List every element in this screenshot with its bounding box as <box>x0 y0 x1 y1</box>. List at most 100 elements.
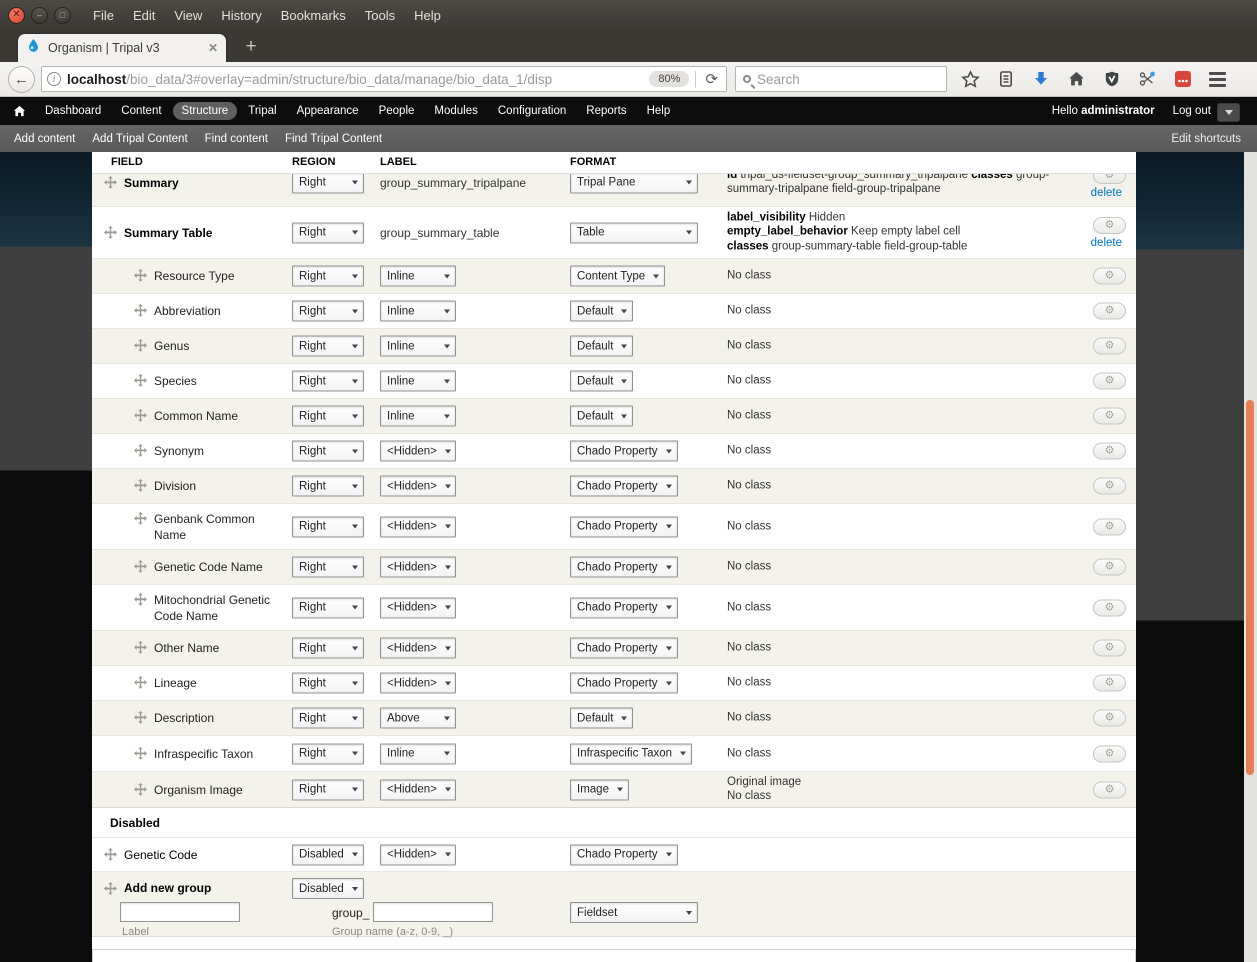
admin-menu-reports[interactable]: Reports <box>577 102 635 120</box>
label-select[interactable]: Inline <box>380 301 456 322</box>
settings-gear-button[interactable]: ⚙ <box>1093 640 1126 657</box>
admin-menu-appearance[interactable]: Appearance <box>288 102 368 120</box>
settings-gear-button[interactable]: ⚙ <box>1093 408 1126 425</box>
label-select[interactable]: <Hidden> <box>380 516 456 537</box>
format-select[interactable]: Table <box>570 222 698 243</box>
region-select[interactable]: Right <box>292 266 364 287</box>
drag-handle-icon[interactable] <box>104 847 117 860</box>
settings-gear-button[interactable]: ⚙ <box>1093 373 1126 390</box>
admin-menu-help[interactable]: Help <box>638 102 680 120</box>
settings-gear-button[interactable]: ⚙ <box>1093 781 1126 798</box>
settings-gear-button[interactable]: ⚙ <box>1093 710 1126 727</box>
delete-link[interactable]: delete <box>1091 187 1122 199</box>
settings-gear-button[interactable]: ⚙ <box>1093 478 1126 495</box>
menu-item-view[interactable]: View <box>174 8 202 23</box>
reload-button[interactable]: ⟳ <box>702 70 721 88</box>
drag-handle-icon[interactable] <box>134 782 147 795</box>
menu-item-help[interactable]: Help <box>414 8 441 23</box>
page-info-icon[interactable]: i <box>47 72 61 86</box>
format-select[interactable]: Image <box>570 779 629 800</box>
format-select[interactable]: Infraspecific Taxon <box>570 743 692 764</box>
menu-item-history[interactable]: History <box>221 8 261 23</box>
url-bar[interactable]: i localhost/bio_data/3#overlay=admin/str… <box>41 66 727 92</box>
region-select[interactable]: Right <box>292 406 364 427</box>
drag-handle-icon[interactable] <box>104 175 117 188</box>
new-group-name-input[interactable] <box>373 902 493 922</box>
bookmark-star-icon[interactable] <box>961 70 980 89</box>
shortcut-add-content[interactable]: Add content <box>14 133 75 145</box>
region-select[interactable]: Right <box>292 779 364 800</box>
label-select[interactable]: Above <box>380 708 456 729</box>
settings-gear-button[interactable]: ⚙ <box>1093 217 1126 234</box>
region-select[interactable]: Right <box>292 476 364 497</box>
menu-item-file[interactable]: File <box>93 8 114 23</box>
zoom-level-badge[interactable]: 80% <box>649 71 689 87</box>
drag-handle-icon[interactable] <box>134 304 147 317</box>
search-bar[interactable]: Search <box>735 66 947 92</box>
format-select[interactable]: Chado Property <box>570 844 678 865</box>
label-select[interactable]: Inline <box>380 336 456 357</box>
region-select[interactable]: Right <box>292 638 364 659</box>
label-select[interactable]: Inline <box>380 743 456 764</box>
format-select[interactable]: Default <box>570 371 633 392</box>
settings-gear-button[interactable]: ⚙ <box>1093 303 1126 320</box>
region-select[interactable]: Right <box>292 336 364 357</box>
admin-menu-content[interactable]: Content <box>112 102 170 120</box>
format-select[interactable]: Tripal Pane <box>570 172 698 193</box>
region-select[interactable]: Right <box>292 516 364 537</box>
menu-item-edit[interactable]: Edit <box>133 8 155 23</box>
format-select[interactable]: Chado Property <box>570 638 678 659</box>
drag-handle-icon[interactable] <box>104 882 117 895</box>
admin-menu-people[interactable]: People <box>370 102 424 120</box>
drag-handle-icon[interactable] <box>134 339 147 352</box>
format-select[interactable]: Chado Property <box>570 673 678 694</box>
menu-item-tools[interactable]: Tools <box>365 8 395 23</box>
format-select[interactable]: Content Type <box>570 266 665 287</box>
back-button[interactable]: ← <box>8 66 35 93</box>
admin-menu-configuration[interactable]: Configuration <box>489 102 575 120</box>
screenshot-scissors-icon[interactable] <box>1138 70 1157 88</box>
settings-gear-button[interactable]: ⚙ <box>1093 745 1126 762</box>
logout-link[interactable]: Log out <box>1173 105 1211 117</box>
region-select[interactable]: Right <box>292 371 364 392</box>
scrollbar-track[interactable] <box>1244 152 1257 962</box>
settings-gear-button[interactable]: ⚙ <box>1093 518 1126 535</box>
region-select[interactable]: Right <box>292 597 364 618</box>
settings-gear-button[interactable]: ⚙ <box>1093 559 1126 576</box>
admin-menu-modules[interactable]: Modules <box>425 102 486 120</box>
shortcut-add-tripal-content[interactable]: Add Tripal Content <box>92 133 187 145</box>
drag-handle-icon[interactable] <box>134 560 147 573</box>
region-select[interactable]: Right <box>292 673 364 694</box>
scrollbar-thumb[interactable] <box>1246 400 1254 775</box>
drag-handle-icon[interactable] <box>134 374 147 387</box>
label-select[interactable]: Inline <box>380 371 456 392</box>
label-select[interactable]: <Hidden> <box>380 476 456 497</box>
settings-gear-button[interactable]: ⚙ <box>1093 443 1126 460</box>
drag-handle-icon[interactable] <box>134 479 147 492</box>
settings-gear-button[interactable]: ⚙ <box>1093 675 1126 692</box>
drag-handle-icon[interactable] <box>134 711 147 724</box>
tab-close-icon[interactable]: ✕ <box>208 41 218 55</box>
region-select[interactable]: Right <box>292 441 364 462</box>
region-select[interactable]: Disabled <box>292 878 364 899</box>
format-select[interactable]: Chado Property <box>570 557 678 578</box>
settings-gear-button[interactable]: ⚙ <box>1093 599 1126 616</box>
drag-handle-icon[interactable] <box>134 676 147 689</box>
browser-tab-active[interactable]: Organism | Tripal v3 ✕ <box>18 34 226 62</box>
drag-handle-icon[interactable] <box>134 444 147 457</box>
label-select[interactable]: <Hidden> <box>380 597 456 618</box>
window-minimize-button[interactable]: – <box>31 7 48 24</box>
admin-home-icon[interactable] <box>13 105 26 118</box>
format-select[interactable]: Chado Property <box>570 516 678 537</box>
admin-menu-structure[interactable]: Structure <box>173 102 238 120</box>
new-tab-button[interactable]: + <box>236 35 266 59</box>
label-select[interactable]: <Hidden> <box>380 441 456 462</box>
region-select[interactable]: Right <box>292 743 364 764</box>
region-select[interactable]: Right <box>292 172 364 193</box>
admin-menu-dashboard[interactable]: Dashboard <box>36 102 110 120</box>
shortcut-find-content[interactable]: Find content <box>205 133 268 145</box>
drag-handle-icon[interactable] <box>134 511 147 524</box>
region-select[interactable]: Right <box>292 557 364 578</box>
region-select[interactable]: Right <box>292 301 364 322</box>
new-group-label-input[interactable] <box>120 902 240 922</box>
